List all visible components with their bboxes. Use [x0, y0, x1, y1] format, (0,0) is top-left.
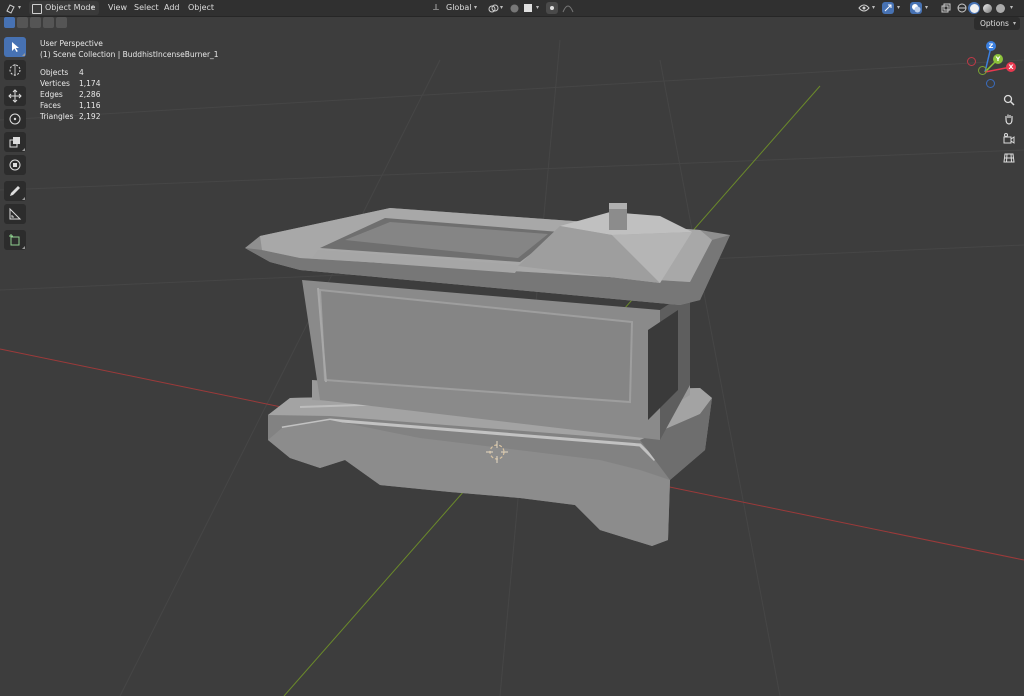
chevron-down-icon[interactable]: ▾: [872, 1, 875, 15]
chevron-down-icon: ▾: [474, 4, 478, 11]
select-mode-set-icon[interactable]: [4, 17, 15, 28]
pivot-icon[interactable]: [487, 2, 499, 14]
gizmo-z-axis[interactable]: Z: [986, 41, 996, 51]
stat-value: 1,174: [79, 79, 101, 88]
zoom-icon[interactable]: [1000, 92, 1018, 108]
collection-line: (1) Scene Collection | BuddhistIncenseBu…: [40, 50, 219, 59]
gizmo-z-label: Z: [988, 42, 994, 50]
move-tool[interactable]: [4, 86, 26, 106]
chevron-down-icon[interactable]: ▾: [897, 1, 900, 15]
measure-tool[interactable]: [4, 204, 26, 224]
options-dropdown[interactable]: Options ▾: [974, 17, 1020, 30]
magnet-icon[interactable]: [508, 2, 520, 14]
grid-icon[interactable]: [1000, 150, 1018, 166]
menu-select[interactable]: Select: [134, 1, 159, 15]
stat-label: Triangles: [40, 112, 74, 121]
chevron-down-icon[interactable]: ▾: [536, 1, 539, 15]
transform-orientation-dropdown[interactable]: ⟂ Global ▾: [432, 1, 482, 15]
gizmo-y-label: Y: [995, 55, 1001, 63]
gizmo-x-label: X: [1008, 63, 1014, 71]
menu-view[interactable]: View: [108, 1, 127, 15]
gizmo-x-axis[interactable]: X: [1006, 62, 1016, 72]
move-icon: [8, 89, 22, 103]
gizmo-neg-y-axis[interactable]: [978, 66, 987, 75]
navigation-gizmo[interactable]: Z Y X: [964, 38, 1020, 94]
add-cube-icon: [9, 234, 20, 246]
rotate-tool[interactable]: [4, 109, 26, 129]
hand-icon[interactable]: [1000, 111, 1018, 127]
select-mode-intersect-icon[interactable]: [56, 17, 67, 28]
menu-object[interactable]: Object: [188, 1, 214, 15]
incense-burner-model[interactable]: [245, 203, 730, 546]
wireframe-shading-icon[interactable]: [956, 2, 968, 14]
proportional-edit-icon[interactable]: [546, 2, 558, 14]
view3d-icon[interactable]: [4, 2, 16, 14]
select-box-tool[interactable]: [4, 37, 26, 57]
stat-label: Edges: [40, 90, 63, 99]
chevron-down-icon[interactable]: ▾: [500, 1, 503, 15]
transform-orientation-label: Global: [446, 3, 472, 12]
scale-tool[interactable]: [4, 132, 26, 152]
chevron-down-icon: ▾: [91, 4, 95, 11]
viewport-header: ▾ Object Mode ▾ View Select Add Object ⟂…: [0, 0, 1024, 17]
cursor-arrow-icon: [12, 42, 19, 52]
camera-icon[interactable]: [1000, 131, 1018, 147]
menu-add[interactable]: Add: [164, 1, 180, 15]
view-name: User Perspective: [40, 39, 103, 48]
stat-label: Objects: [40, 68, 69, 77]
object-mode-icon: [32, 4, 42, 14]
gizmo-neg-z-axis[interactable]: [986, 79, 995, 88]
shading-options-dropdown[interactable]: ▾: [1010, 1, 1013, 15]
material-shading-icon[interactable]: [981, 2, 993, 14]
chevron-down-icon[interactable]: ▾: [925, 1, 928, 15]
gizmo-y-axis[interactable]: Y: [993, 54, 1003, 64]
stat-row: Objects 4: [40, 67, 219, 78]
pencil-icon: [10, 186, 20, 196]
stat-row: Vertices 1,174: [40, 78, 219, 89]
stat-value: 2,286: [79, 90, 101, 99]
cursor-tool[interactable]: [4, 60, 26, 80]
transform-icon: [9, 159, 21, 171]
stat-value: 1,116: [79, 101, 101, 110]
options-label: Options: [980, 19, 1009, 28]
eye-icon[interactable]: [858, 2, 870, 14]
falloff-icon[interactable]: [562, 2, 574, 14]
stat-row: Triangles 2,192: [40, 111, 219, 122]
viewport-text-overlay: User Perspective (1) Scene Collection | …: [40, 38, 219, 122]
stat-label: Faces: [40, 101, 61, 110]
stat-label: Vertices: [40, 79, 70, 88]
add-cube-tool[interactable]: [4, 230, 26, 250]
scale-icon: [9, 137, 20, 148]
mode-label: Object Mode: [45, 3, 96, 12]
stat-value: 4: [79, 68, 84, 77]
gizmo-neg-x-axis[interactable]: [967, 57, 976, 66]
solid-shading-icon[interactable]: [968, 2, 980, 14]
orientation-icon: ⟂: [433, 3, 440, 13]
stat-value: 2,192: [79, 112, 101, 121]
ruler-icon: [9, 207, 22, 220]
gizmo-icon[interactable]: [882, 2, 894, 14]
rotate-icon: [9, 113, 21, 125]
editor-type-dropdown[interactable]: ▾: [18, 1, 21, 15]
overlay-icon[interactable]: [910, 2, 922, 14]
rendered-shading-icon[interactable]: [994, 2, 1006, 14]
select-mode-extend-icon[interactable]: [17, 17, 28, 28]
select-mode-difference-icon[interactable]: [43, 17, 54, 28]
xray-icon[interactable]: [940, 2, 952, 14]
select-mode-subtract-icon[interactable]: [30, 17, 41, 28]
mode-dropdown[interactable]: Object Mode ▾: [29, 1, 99, 15]
snap-target-icon[interactable]: [522, 2, 534, 14]
stat-row: Edges 2,286: [40, 89, 219, 100]
3d-cursor-icon: [9, 64, 21, 76]
stat-row: Faces 1,116: [40, 100, 219, 111]
annotate-tool[interactable]: [4, 181, 26, 201]
chevron-down-icon: ▾: [1012, 20, 1016, 27]
transform-tool[interactable]: [4, 155, 26, 175]
